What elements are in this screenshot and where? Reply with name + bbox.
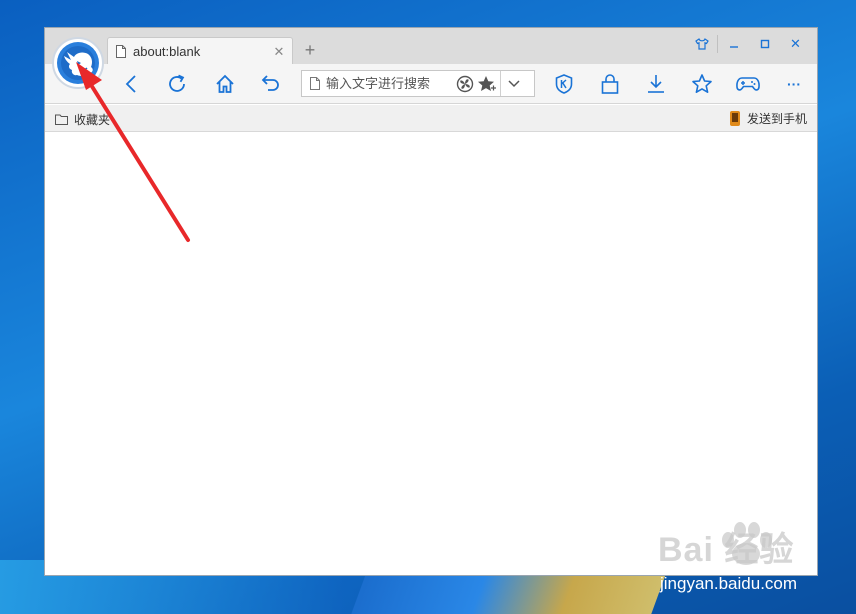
tab-strip: about:blank ✕ + ✕ xyxy=(45,28,817,65)
back-button[interactable] xyxy=(119,71,145,97)
navigation-toolbar: ··· xyxy=(45,64,817,104)
gamepad-icon xyxy=(736,77,760,91)
favorites-folder-label: 收藏夹 xyxy=(74,113,111,127)
folder-icon xyxy=(55,114,68,125)
home-button[interactable] xyxy=(212,71,238,97)
close-window-button[interactable]: ✕ xyxy=(780,32,811,56)
cheetah-logo-icon xyxy=(57,42,99,84)
favorites-button[interactable] xyxy=(688,71,716,97)
shirt-icon xyxy=(694,38,709,50)
tab-title: about:blank xyxy=(133,44,201,59)
undo-icon xyxy=(261,75,279,91)
star-add-icon xyxy=(478,75,496,91)
page-icon xyxy=(116,45,126,58)
page-icon xyxy=(310,77,320,90)
star-icon xyxy=(692,74,712,93)
send-to-phone-button[interactable]: 发送到手机 xyxy=(729,110,807,127)
home-icon xyxy=(216,74,234,93)
maximize-icon xyxy=(760,39,769,49)
page-content-area[interactable] xyxy=(45,132,817,575)
game-button[interactable] xyxy=(734,71,762,97)
watermark-site: jingyan.baidu.com xyxy=(660,574,798,593)
security-button[interactable] xyxy=(550,71,578,97)
favorites-folder[interactable]: 收藏夹 xyxy=(55,111,110,128)
download-icon xyxy=(648,75,664,93)
shield-k-icon xyxy=(555,74,573,94)
lock-button[interactable] xyxy=(596,71,624,97)
back-icon xyxy=(125,75,136,93)
add-bookmark-button[interactable] xyxy=(476,73,498,95)
more-menu-button[interactable]: ··· xyxy=(780,71,808,97)
minimize-icon xyxy=(729,46,738,48)
new-tab-button[interactable]: + xyxy=(301,41,319,59)
chevron-down-icon xyxy=(507,79,520,87)
address-dropdown-button[interactable] xyxy=(500,71,526,96)
more-icon: ··· xyxy=(787,76,801,92)
browser-logo-button[interactable] xyxy=(52,37,104,89)
minimize-button[interactable] xyxy=(718,32,749,56)
watermark-brand: Bai 经验 xyxy=(658,531,795,569)
phone-icon xyxy=(729,111,740,126)
address-input[interactable] xyxy=(326,76,454,91)
refresh-button[interactable] xyxy=(164,71,190,97)
favorites-bar: 收藏夹 发送到手机 xyxy=(45,105,817,132)
baidu-watermark: Bai 经验 jingyan.baidu.com xyxy=(628,520,828,600)
address-bar xyxy=(301,70,535,97)
skin-button[interactable] xyxy=(686,32,717,56)
tab-close-button[interactable]: ✕ xyxy=(270,44,288,60)
lock-icon xyxy=(601,74,619,94)
maximize-button[interactable] xyxy=(749,32,780,56)
send-to-phone-label: 发送到手机 xyxy=(746,112,807,126)
browser-window: about:blank ✕ + ✕ 输入文字进行搜索 ··· 收藏夹 发送到手机 xyxy=(44,27,818,576)
tab-about-blank[interactable]: about:blank ✕ xyxy=(107,37,293,65)
fan-icon xyxy=(456,75,474,92)
window-controls: ✕ xyxy=(686,32,811,56)
download-button[interactable] xyxy=(642,71,670,97)
refresh-icon xyxy=(169,74,185,92)
close-icon: ✕ xyxy=(790,36,801,51)
speed-mode-button[interactable] xyxy=(454,73,476,95)
undo-close-button[interactable] xyxy=(258,71,284,97)
